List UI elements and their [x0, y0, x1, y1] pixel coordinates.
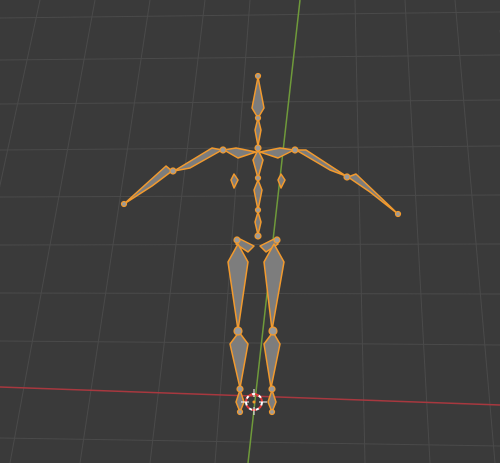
bone-shin-right[interactable] — [263, 331, 281, 389]
bone-foot-right[interactable] — [267, 389, 277, 413]
bone-spine-mid[interactable] — [253, 179, 263, 211]
bone-shin-left[interactable] — [229, 331, 249, 389]
bone-forearm-left[interactable] — [123, 165, 173, 205]
bone-thigh-left[interactable] — [227, 243, 249, 331]
viewport-canvas[interactable] — [0, 0, 500, 463]
bone-neck[interactable] — [254, 117, 262, 147]
bone-foot-left[interactable] — [235, 389, 245, 413]
3d-viewport[interactable] — [0, 0, 500, 463]
bone-shoulder-right[interactable] — [259, 147, 295, 159]
floor-grid — [0, 0, 500, 463]
bone-shoulder-left[interactable] — [223, 147, 257, 159]
bone-spine-upper[interactable] — [252, 149, 264, 179]
3d-cursor-icon[interactable] — [241, 389, 267, 415]
bone-upperarm-left[interactable] — [173, 147, 223, 172]
bone-upperarm-right[interactable] — [295, 149, 347, 177]
bone-spine-lower[interactable] — [254, 211, 262, 236]
bone-head[interactable] — [251, 76, 265, 119]
bone-forearm-right[interactable] — [347, 173, 399, 215]
bone-thigh-right[interactable] — [263, 243, 285, 331]
